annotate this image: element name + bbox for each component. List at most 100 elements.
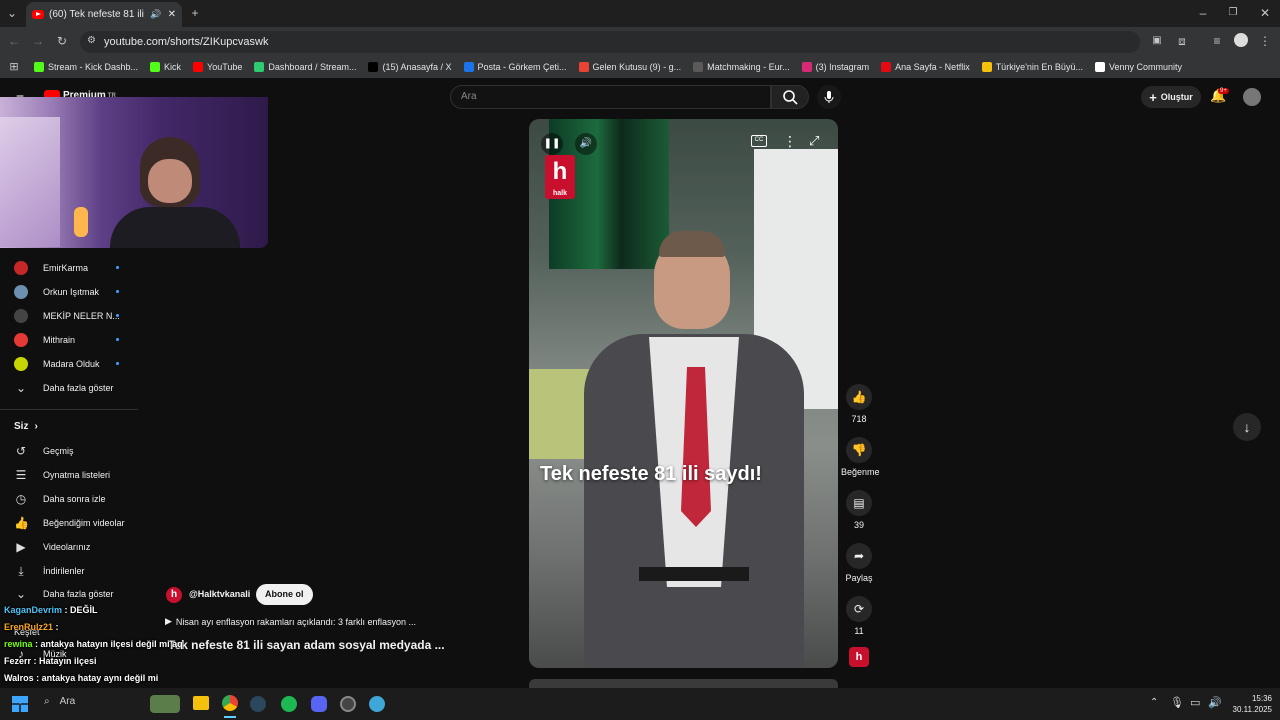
you-section-heading[interactable]: Siz › bbox=[14, 416, 38, 436]
new-tab-icon[interactable]: + bbox=[188, 6, 202, 20]
next-video-button[interactable]: ↓ bbox=[1233, 413, 1261, 441]
bookmark-item[interactable]: Türkiye'nin En Büyü... bbox=[981, 62, 1083, 72]
bookmark-item[interactable]: YouTube bbox=[193, 62, 242, 72]
fullscreen-icon[interactable]: ⤢ bbox=[809, 133, 819, 149]
extension-icon[interactable]: ▣ bbox=[1150, 34, 1164, 48]
voice-search-button[interactable] bbox=[817, 85, 841, 109]
tray-volume-icon[interactable]: 🔊 bbox=[1208, 696, 1222, 709]
bookmark-item[interactable]: Ana Sayfa - Netflix bbox=[881, 62, 970, 72]
more-options-icon[interactable]: ⋮ bbox=[783, 133, 797, 150]
bookmark-favicon-icon bbox=[578, 62, 589, 72]
chrome-icon[interactable] bbox=[222, 695, 238, 711]
bookmark-item[interactable]: Matchmaking - Eur... bbox=[693, 62, 790, 72]
related-link[interactable]: ▶ Nisan ayı enflasyon rakamları açıkland… bbox=[165, 616, 416, 627]
close-window-icon[interactable]: ✕ bbox=[1258, 6, 1272, 20]
tab-youtube-shorts[interactable]: (60) Tek nefeste 81 ili sayan 🔊 ✕ bbox=[26, 2, 182, 27]
bookmark-item[interactable]: Stream - Kick Dashb... bbox=[34, 62, 138, 72]
chat-message: Walros : antakya hatay aynı değil mi bbox=[4, 673, 158, 683]
discord-icon[interactable] bbox=[311, 696, 327, 712]
taskbar-search[interactable]: ⌕ Ara bbox=[44, 696, 75, 707]
steam-icon[interactable] bbox=[250, 696, 266, 712]
channel-thumb-icon[interactable]: h bbox=[849, 647, 869, 667]
tray-mic-icon[interactable]: 🎙 bbox=[1170, 696, 1184, 709]
bookmark-item[interactable]: Posta - Görkem Çeti... bbox=[463, 62, 567, 72]
subscribe-button[interactable]: Abone ol bbox=[256, 584, 313, 605]
bookmarks-bar: ⊞ Stream - Kick Dashb... Kick YouTube Dashb… bbox=[0, 56, 1280, 78]
obs-icon[interactable] bbox=[340, 696, 356, 712]
like-count: 718 bbox=[851, 414, 867, 424]
show-more-subscriptions[interactable]: ⌄ Daha fazla göster bbox=[14, 378, 114, 398]
pause-button[interactable]: ❚❚ bbox=[541, 133, 563, 155]
bookmark-favicon-icon bbox=[693, 62, 704, 72]
share-button[interactable]: ➦ Paylaş bbox=[841, 543, 877, 583]
browser-menu-icon[interactable]: ⋮ bbox=[1259, 34, 1271, 48]
apps-grid-icon[interactable]: ⊞ bbox=[8, 60, 20, 74]
file-explorer-icon[interactable] bbox=[193, 696, 209, 710]
sidebar-you-item[interactable]: ↺ Geçmiş bbox=[14, 441, 74, 461]
dislike-button[interactable]: 👎 Beğenme bbox=[841, 437, 880, 477]
channel-name[interactable]: @Halktvkanali bbox=[189, 589, 250, 599]
you-item-label: Daha sonra izle bbox=[43, 494, 106, 504]
bookmark-item[interactable]: Kick bbox=[150, 62, 181, 72]
start-button-icon[interactable] bbox=[12, 696, 28, 712]
volume-button[interactable]: 🔊 bbox=[575, 133, 597, 155]
extensions-puzzle-icon[interactable]: ⧈ bbox=[1175, 34, 1189, 48]
search-input[interactable]: Ara bbox=[450, 85, 771, 109]
sidebar-subscription-item[interactable]: Orkun Işıtmak bbox=[14, 282, 119, 302]
remix-button[interactable]: ⟳ 11 bbox=[841, 596, 877, 636]
like-button[interactable]: 👍 718 bbox=[841, 384, 877, 424]
sidebar-you-item[interactable]: 👍 Beğendiğim videolar bbox=[14, 513, 125, 533]
app-globe-icon[interactable] bbox=[369, 696, 385, 712]
show-more-you[interactable]: ⌄ Daha fazla göster bbox=[14, 584, 114, 604]
remix-count: 11 bbox=[854, 626, 864, 636]
sidebar-you-item[interactable]: ☰ Oynatma listeleri bbox=[14, 465, 110, 485]
sidebar-subscription-item[interactable]: Mithrain bbox=[14, 330, 119, 350]
bookmark-label: Stream - Kick Dashb... bbox=[48, 62, 139, 72]
bookmark-item[interactable]: (3) Instagram bbox=[801, 62, 869, 72]
search-button[interactable] bbox=[771, 85, 809, 109]
bookmark-item[interactable]: (15) Anasayfa / X bbox=[368, 62, 452, 72]
bookmark-favicon-icon bbox=[34, 62, 44, 72]
reload-icon[interactable]: ↻ bbox=[54, 34, 70, 48]
sidebar-subscription-item[interactable]: EmirKarma bbox=[14, 258, 119, 278]
bookmark-item[interactable]: Gelen Kutusu (9) - g... bbox=[578, 62, 681, 72]
spotify-icon[interactable] bbox=[281, 696, 297, 712]
sidebar-subscription-item[interactable]: Madara Olduk bbox=[14, 354, 119, 374]
shorts-video-player[interactable]: h halk ❚❚ 🔊 CC ⋮ ⤢ bbox=[529, 119, 838, 668]
chat-text: antakya hatay aynı değil mi bbox=[41, 673, 159, 683]
search-icon: ⌕ bbox=[44, 696, 50, 707]
bookmark-item[interactable]: Venny Community bbox=[1094, 62, 1182, 72]
audio-playing-icon[interactable]: 🔊 bbox=[150, 9, 161, 20]
sidebar-you-item[interactable]: ⤓ İndirilenler bbox=[14, 561, 84, 581]
subscription-label: MEKİP NELER N... bbox=[43, 311, 120, 321]
comments-button[interactable]: ▤ 39 bbox=[841, 490, 877, 530]
site-info-icon[interactable]: ⚙ bbox=[87, 35, 96, 46]
channel-avatar[interactable]: h bbox=[166, 587, 182, 603]
bookmark-label: Ana Sayfa - Netflix bbox=[895, 62, 970, 72]
chat-message: KaganDevrim : DEĞİL bbox=[4, 605, 98, 615]
create-button[interactable]: + Oluştur bbox=[1141, 86, 1201, 108]
minimize-icon[interactable]: – bbox=[1196, 6, 1210, 20]
account-avatar[interactable] bbox=[1243, 88, 1261, 106]
back-icon[interactable]: ← bbox=[6, 34, 22, 48]
tab-search-icon[interactable]: ⌄ bbox=[4, 6, 20, 20]
next-short-preview[interactable] bbox=[529, 679, 838, 688]
restore-icon[interactable]: ❐ bbox=[1226, 6, 1240, 20]
channel-avatar-icon bbox=[14, 333, 28, 347]
sidebar-subscription-item[interactable]: MEKİP NELER N... bbox=[14, 306, 120, 326]
captions-icon[interactable]: CC bbox=[751, 135, 767, 147]
media-control-icon[interactable]: ≡ bbox=[1210, 34, 1224, 48]
clock[interactable]: 15:36 30.11.2025 bbox=[1222, 693, 1272, 715]
tab-close-icon[interactable]: ✕ bbox=[168, 9, 176, 20]
chat-separator: : bbox=[32, 639, 41, 649]
tray-expand-icon[interactable]: ⌃ bbox=[1150, 697, 1158, 708]
address-bar[interactable]: ⚙ youtube.com/shorts/ZIKupcvaswk bbox=[80, 31, 1140, 53]
forward-icon[interactable]: → bbox=[30, 34, 46, 48]
profile-avatar[interactable] bbox=[1234, 33, 1248, 47]
sidebar-you-item[interactable]: ◷ Daha sonra izle bbox=[14, 489, 106, 509]
sidebar-you-item[interactable]: ▶ Videolarınız bbox=[14, 537, 90, 557]
bookmark-item[interactable]: Dashboard / Stream... bbox=[254, 62, 356, 72]
subscription-label: EmirKarma bbox=[43, 263, 89, 273]
taskbar-widget-icon[interactable] bbox=[150, 695, 180, 713]
tray-display-icon[interactable]: ▭ bbox=[1190, 696, 1200, 709]
